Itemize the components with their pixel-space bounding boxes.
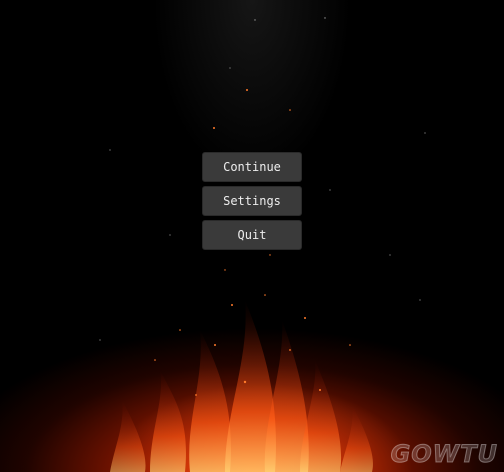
settings-button[interactable]: Settings <box>202 186 302 216</box>
main-menu: Continue Settings Quit <box>202 152 302 250</box>
game-screen: Continue Settings Quit GOWTU <box>0 0 504 472</box>
flame-tongues <box>110 300 374 472</box>
quit-button[interactable]: Quit <box>202 220 302 250</box>
continue-button[interactable]: Continue <box>202 152 302 182</box>
watermark-logo: GOWTU <box>390 440 498 469</box>
